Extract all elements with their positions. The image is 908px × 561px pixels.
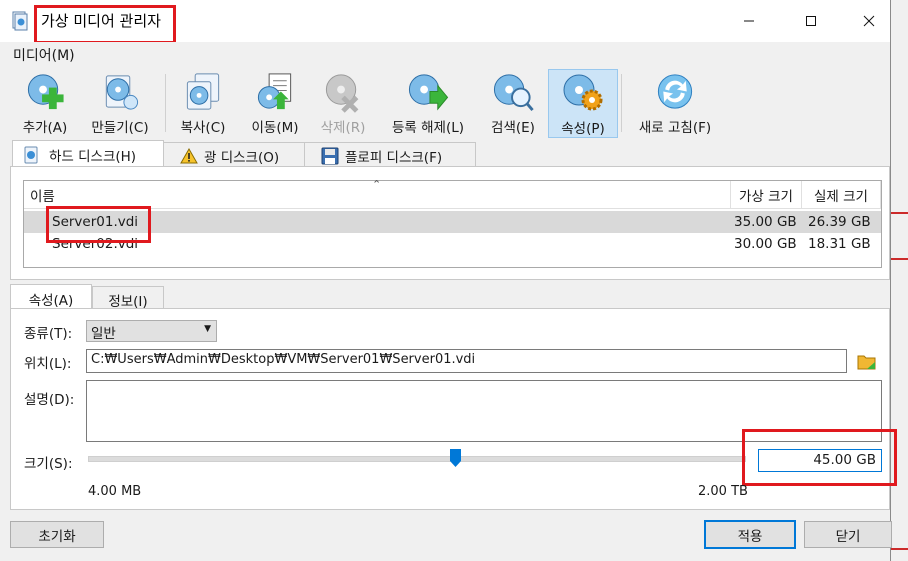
- size-label: 크기(S):: [24, 456, 73, 472]
- floppy-icon: [321, 147, 339, 164]
- app-icon: [10, 11, 30, 31]
- browse-folder-button[interactable]: [856, 350, 878, 372]
- close-icon: [863, 15, 875, 27]
- tab-hard-disk[interactable]: 하드 디스크(H): [12, 140, 164, 168]
- maximize-icon: [806, 16, 816, 26]
- warning-icon: [180, 147, 198, 163]
- toolbar: 추가(A) 만들기(C) 복사(C) 이동(M) 삭제(R) 등록 해제(L) …: [0, 66, 890, 138]
- type-label: 종류(T):: [24, 326, 73, 342]
- add-icon: [27, 74, 64, 110]
- move-icon: [257, 73, 292, 110]
- maximize-button[interactable]: [788, 0, 834, 42]
- close-window-button[interactable]: [846, 0, 892, 42]
- search-button[interactable]: 검색(E): [482, 70, 544, 136]
- hard-disk-icon: [24, 146, 38, 163]
- folder-icon: [857, 355, 876, 370]
- remove-icon: [325, 74, 359, 113]
- release-icon: [408, 74, 449, 111]
- search-icon: [493, 74, 534, 112]
- tab-floppy-disk[interactable]: 플로피 디스크(F): [304, 142, 476, 168]
- column-header-actual-size[interactable]: 실제 크기: [802, 181, 881, 209]
- minimize-button[interactable]: [726, 0, 772, 42]
- sort-arrow-icon: ⌃: [372, 178, 382, 191]
- table-row[interactable]: Server02.vdi 30.00 GB 18.31 GB: [24, 233, 881, 255]
- size-slider-track[interactable]: [88, 449, 746, 467]
- description-label: 설명(D):: [24, 392, 75, 408]
- properties-icon: [563, 74, 603, 111]
- tab-optical-disk[interactable]: 광 디스크(O): [163, 142, 305, 168]
- table-row[interactable]: Server01.vdi 35.00 GB 26.39 GB: [24, 211, 881, 233]
- reset-button[interactable]: 초기화: [10, 521, 104, 548]
- size-highlight-box: [742, 429, 897, 486]
- menu-media[interactable]: 미디어(M): [13, 45, 75, 65]
- slider-handle-icon: [450, 449, 461, 467]
- toolbar-separator: [165, 74, 166, 132]
- menu-bar: 미디어(M): [0, 42, 890, 66]
- disk-table: 이름 ⌃ 가상 크기 실제 크기 Server01.vdi 35.00 GB 2…: [23, 178, 882, 268]
- column-header-name[interactable]: 이름 ⌃: [24, 178, 731, 209]
- size-max-label: 2.00 TB: [698, 484, 748, 499]
- copy-button[interactable]: 복사(C): [172, 70, 234, 136]
- location-label: 위치(L):: [24, 356, 72, 372]
- apply-button[interactable]: 적용: [704, 520, 796, 549]
- properties-button[interactable]: 속성(P): [548, 69, 618, 138]
- remove-button[interactable]: 삭제(R): [312, 70, 374, 136]
- move-button[interactable]: 이동(M): [242, 70, 308, 136]
- create-icon: [105, 75, 139, 110]
- copy-icon: [186, 73, 220, 110]
- virtual-media-manager-window: 가상 미디어 관리자 미디어(M) 추가(A) 만들기(C) 복사(C) 이동(…: [0, 0, 897, 561]
- size-min-label: 4.00 MB: [88, 484, 142, 499]
- close-button[interactable]: 닫기: [804, 521, 892, 548]
- release-button[interactable]: 등록 해제(L): [380, 70, 476, 136]
- add-button[interactable]: 추가(A): [14, 70, 76, 136]
- type-select[interactable]: 일반 ▼: [86, 320, 217, 342]
- location-field[interactable]: C:₩Users₩Admin₩Desktop₩VM₩Server01₩Serve…: [86, 349, 847, 373]
- title-highlight-box: [34, 5, 176, 44]
- file-highlight-box: [46, 206, 151, 243]
- size-slider-thumb[interactable]: [450, 449, 461, 467]
- toolbar-separator: [621, 74, 622, 132]
- refresh-button[interactable]: 새로 고침(F): [628, 70, 722, 136]
- column-header-virtual-size[interactable]: 가상 크기: [731, 181, 802, 209]
- create-button[interactable]: 만들기(C): [83, 70, 157, 136]
- chevron-down-icon: ▼: [204, 324, 211, 334]
- refresh-icon: [657, 74, 693, 109]
- minimize-icon: [744, 20, 754, 22]
